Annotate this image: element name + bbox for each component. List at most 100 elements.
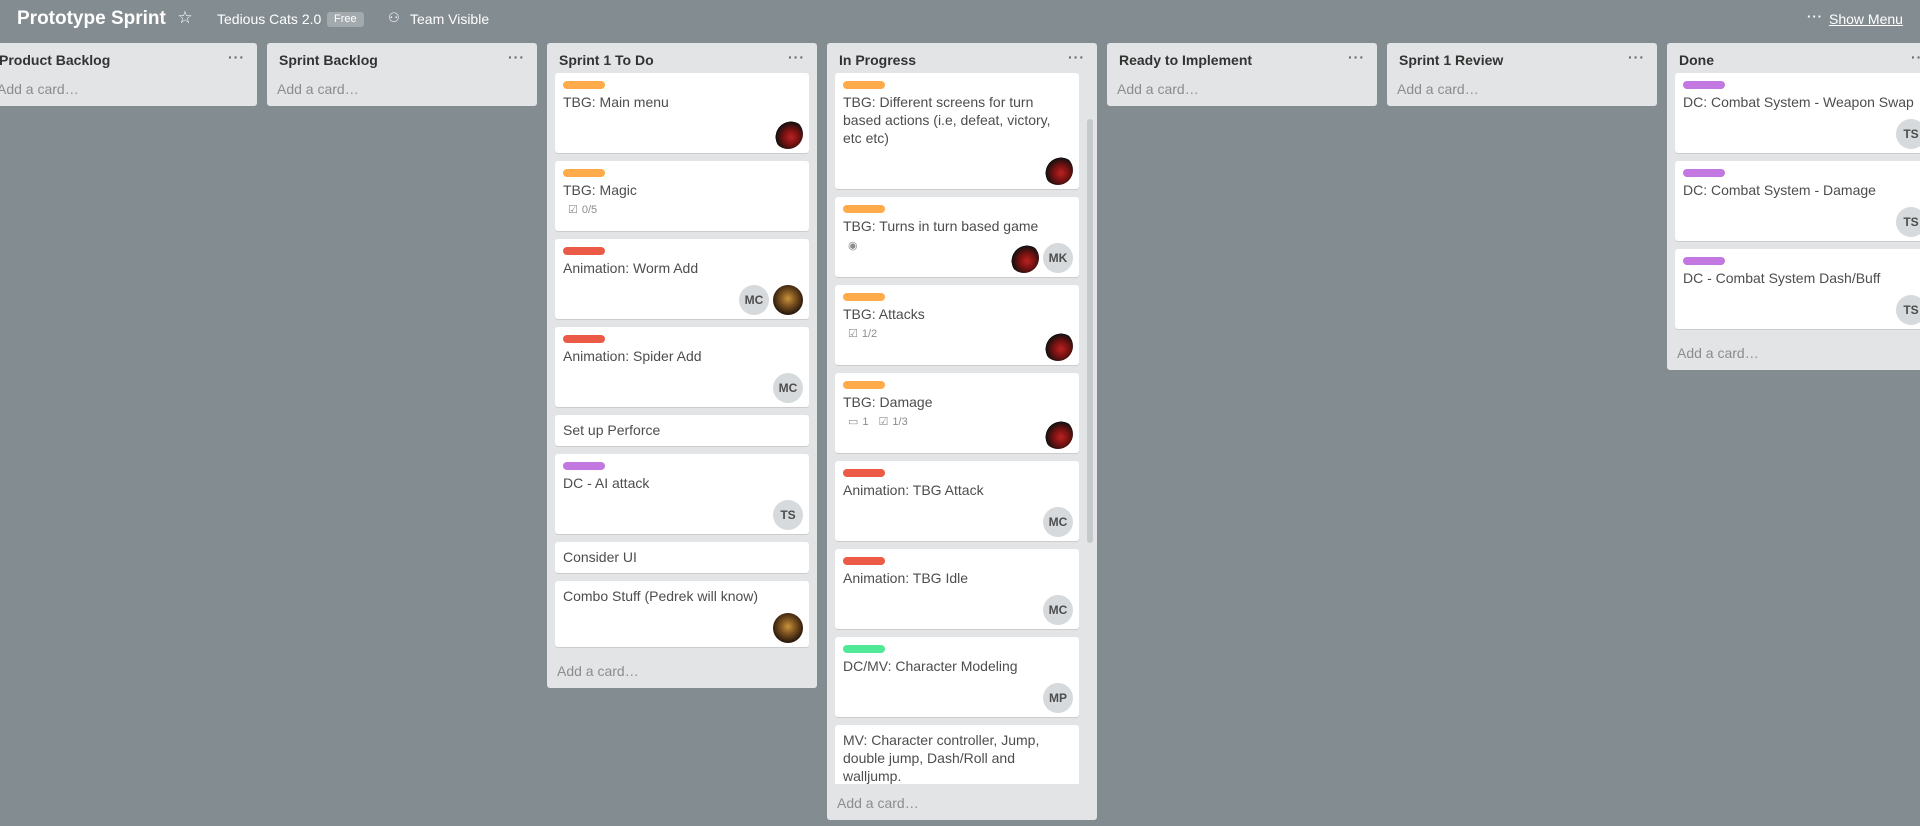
org-name[interactable]: Tedious Cats 2.0 — [217, 11, 321, 27]
card-title: Animation: TBG Idle — [843, 570, 969, 586]
list-header: Sprint 1 Review ··· — [1387, 43, 1657, 73]
member-avatar[interactable]: TS — [1896, 207, 1920, 237]
card[interactable]: Animation: TBG Idle MC — [835, 549, 1079, 629]
card[interactable]: Combo Stuff (Pedrek will know) — [555, 581, 809, 647]
card-label-orange — [843, 205, 885, 213]
visibility-button[interactable]: Team Visible — [410, 11, 489, 27]
checklist-badge: ☑ 0/5 — [568, 203, 598, 217]
card[interactable]: DC: Combat System - Damage TS — [1675, 161, 1920, 241]
list-title[interactable]: Product Backlog — [0, 52, 110, 68]
add-card-button[interactable]: Add a card… — [0, 73, 257, 106]
board-title[interactable]: Prototype Sprint — [17, 8, 166, 30]
list-done: Done ··· DC: Combat System - Weapon Swap… — [1667, 43, 1920, 370]
member-avatar[interactable]: MC — [1043, 595, 1073, 625]
card-label-red — [563, 335, 605, 343]
card[interactable]: MV: Character controller, Jump, double j… — [835, 725, 1079, 784]
card-title: Combo Stuff (Pedrek will know) — [563, 588, 759, 604]
member-avatar[interactable] — [1009, 243, 1039, 273]
card-label-red — [843, 557, 885, 565]
comment-badge: ▭ 1 — [848, 415, 869, 429]
card[interactable]: DC: Combat System - Weapon Swap TS — [1675, 73, 1920, 153]
member-avatar[interactable]: MC — [739, 285, 769, 315]
card-label-green — [843, 645, 885, 653]
list-title[interactable]: Ready to Implement — [1119, 52, 1252, 68]
show-menu-button[interactable]: Show Menu — [1829, 11, 1903, 27]
card[interactable]: TBG: Turns in turn based game ◉ MK — [835, 197, 1079, 277]
watch-icon: ◉ — [848, 240, 858, 252]
org-badge: Free — [327, 12, 364, 27]
card[interactable]: TBG: Attacks ☑ 1/2 — [835, 285, 1079, 365]
card[interactable]: TBG: Magic ☑ 0/5 — [555, 161, 809, 231]
list-title[interactable]: In Progress — [839, 52, 916, 68]
card[interactable]: Set up Perforce — [555, 415, 809, 446]
member-avatar[interactable] — [773, 119, 803, 149]
member-avatar[interactable] — [1043, 155, 1073, 185]
list-menu-icon[interactable]: ··· — [228, 49, 245, 65]
board-header: Prototype Sprint ☆ Tedious Cats 2.0 Free… — [0, 0, 1920, 38]
member-avatar[interactable]: MK — [1043, 243, 1073, 273]
card-title: Consider UI — [563, 549, 637, 565]
list-menu-icon[interactable]: ··· — [1348, 49, 1365, 65]
card[interactable]: TBG: Damage ▭ 1 ☑ 1/3 — [835, 373, 1079, 453]
checklist-badge: ☑ 1/3 — [878, 415, 908, 429]
card-label-purple — [563, 462, 605, 470]
list-title[interactable]: Done — [1679, 52, 1714, 68]
card-title: DC: Combat System - Weapon Swap — [1683, 94, 1914, 110]
list-title[interactable]: Sprint 1 To Do — [559, 52, 654, 68]
card-title: TBG: Damage — [843, 394, 933, 410]
star-icon[interactable]: ☆ — [176, 9, 194, 27]
card-title: TBG: Different screens for turn based ac… — [843, 94, 1051, 146]
list-in-progress: In Progress ··· TBG: Different screens f… — [827, 43, 1097, 820]
card-title: Animation: Spider Add — [563, 348, 702, 364]
card[interactable]: Consider UI — [555, 542, 809, 573]
member-avatar[interactable]: TS — [1896, 295, 1920, 325]
card[interactable]: Animation: TBG Attack MC — [835, 461, 1079, 541]
card-label-purple — [1683, 169, 1725, 177]
member-avatar[interactable]: MC — [1043, 507, 1073, 537]
member-avatar[interactable]: MP — [1043, 683, 1073, 713]
add-card-button[interactable]: Add a card… — [1387, 73, 1657, 106]
list-menu-icon[interactable]: ··· — [1068, 49, 1085, 65]
scrollbar[interactable] — [1087, 119, 1093, 543]
card[interactable]: TBG: Different screens for turn based ac… — [835, 73, 1079, 189]
list-menu-icon[interactable]: ··· — [788, 49, 805, 65]
add-card-button[interactable]: Add a card… — [1667, 337, 1920, 370]
member-avatar[interactable] — [1043, 419, 1073, 449]
list-menu-icon[interactable]: ··· — [1911, 49, 1920, 65]
member-avatar[interactable] — [773, 613, 803, 643]
member-avatar[interactable]: TS — [773, 500, 803, 530]
member-avatar[interactable]: MC — [773, 373, 803, 403]
add-card-button[interactable]: Add a card… — [547, 655, 817, 688]
card-title: TBG: Attacks — [843, 306, 925, 322]
card-title: MV: Character controller, Jump, double j… — [843, 732, 1040, 784]
comment-icon: ▭ — [848, 416, 859, 428]
list-menu-icon[interactable]: ··· — [508, 49, 525, 65]
member-avatar[interactable] — [773, 285, 803, 315]
add-card-button[interactable]: Add a card… — [267, 73, 537, 106]
card[interactable]: DC/MV: Character Modeling MP — [835, 637, 1079, 717]
member-avatar[interactable]: TS — [1896, 119, 1920, 149]
list-title[interactable]: Sprint 1 Review — [1399, 52, 1503, 68]
member-avatar[interactable] — [1043, 331, 1073, 361]
card[interactable]: TBG: Main menu — [555, 73, 809, 153]
list-header: Done ··· — [1667, 43, 1920, 73]
card[interactable]: Animation: Spider Add MC — [555, 327, 809, 407]
card-label-orange — [843, 293, 885, 301]
list-product-backlog: Product Backlog ··· Add a card… — [0, 43, 257, 106]
card[interactable]: DC - Combat System Dash/Buff TS — [1675, 249, 1920, 329]
card-title: DC - Combat System Dash/Buff — [1683, 270, 1881, 286]
card-title: DC: Combat System - Damage — [1683, 182, 1876, 198]
card[interactable]: Animation: Worm Add MC — [555, 239, 809, 319]
checklist-icon: ☑ — [568, 204, 578, 216]
list-menu-icon[interactable]: ··· — [1628, 49, 1645, 65]
checklist-icon: ☑ — [878, 416, 889, 428]
add-card-button[interactable]: Add a card… — [827, 787, 1097, 820]
add-card-button[interactable]: Add a card… — [1107, 73, 1377, 106]
list-header: Product Backlog ··· — [0, 43, 257, 73]
card[interactable]: DC - AI attack TS — [555, 454, 809, 534]
list-sprint1-review: Sprint 1 Review ··· Add a card… — [1387, 43, 1657, 106]
list-title[interactable]: Sprint Backlog — [279, 52, 378, 68]
more-icon[interactable]: ··· — [1807, 9, 1823, 24]
card-title: TBG: Turns in turn based game — [843, 218, 1039, 234]
card-title: DC/MV: Character Modeling — [843, 658, 1018, 674]
